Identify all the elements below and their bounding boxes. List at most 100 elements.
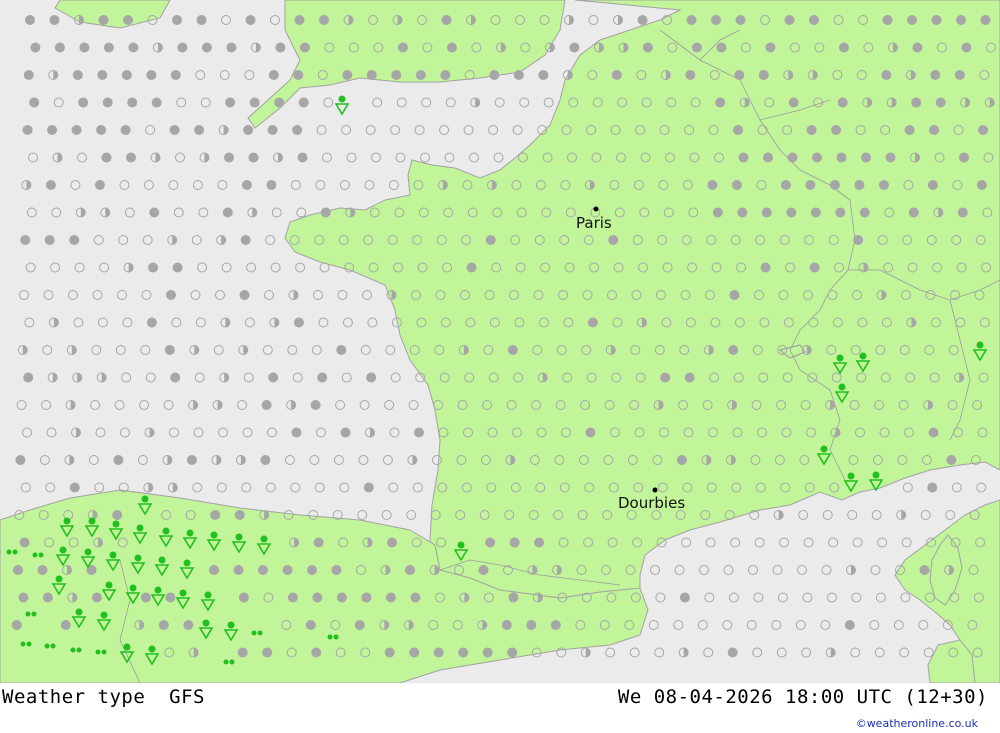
overcast-symbol <box>72 70 83 80</box>
overcast-symbol <box>608 235 619 245</box>
overcast-symbol <box>919 565 930 575</box>
overcast-symbol <box>904 125 915 135</box>
overcast-symbol <box>738 152 749 163</box>
rain-drop <box>260 535 268 543</box>
rain-drop <box>179 589 187 597</box>
overcast-symbol <box>262 647 273 658</box>
overcast-symbol <box>729 290 740 300</box>
overcast-symbol <box>282 565 293 575</box>
overcast-symbol <box>293 317 304 328</box>
overcast-symbol <box>126 152 136 163</box>
overcast-symbol <box>201 42 212 53</box>
overcast-symbol <box>183 620 194 630</box>
overcast-symbol <box>224 152 234 163</box>
overcast-symbol <box>237 647 248 658</box>
overcast-symbol <box>317 372 328 383</box>
overcast-symbol <box>292 125 303 135</box>
drizzle-dot <box>50 643 56 649</box>
rain-drop <box>235 533 243 541</box>
overcast-symbol <box>458 647 469 658</box>
overcast-symbol <box>733 125 744 135</box>
overcast-symbol <box>268 70 279 80</box>
overcast-symbol <box>23 372 34 383</box>
overcast-symbol <box>291 427 302 438</box>
rain-drop <box>158 556 166 564</box>
overcast-symbol <box>716 42 727 53</box>
rain-drop <box>63 517 71 525</box>
overcast-symbol <box>954 70 965 80</box>
overcast-symbol <box>679 592 690 603</box>
overcast-symbol <box>261 400 272 410</box>
overcast-symbol <box>166 290 176 300</box>
overcast-symbol <box>158 620 169 630</box>
drizzle-dot <box>25 611 31 617</box>
rain-drop <box>202 619 210 627</box>
overcast-symbol <box>98 15 109 25</box>
overcast-symbol <box>415 70 426 80</box>
drizzle-dot <box>32 552 38 558</box>
overcast-symbol <box>170 372 181 383</box>
overcast-symbol <box>805 180 816 190</box>
overcast-symbol <box>307 565 317 575</box>
overcast-symbol <box>809 262 820 273</box>
rain-drop <box>154 586 162 594</box>
rain-drop <box>227 621 235 629</box>
rain-drop <box>100 611 108 619</box>
overcast-symbol <box>97 70 108 80</box>
overcast-symbol <box>172 15 182 25</box>
overcast-symbol <box>838 42 849 53</box>
overcast-symbol <box>957 207 968 218</box>
overcast-symbol <box>509 537 520 548</box>
overcast-symbol <box>30 42 41 53</box>
rain-drop <box>109 551 117 559</box>
overcast-symbol <box>734 70 745 80</box>
overcast-symbol <box>844 620 855 630</box>
overcast-symbol <box>22 125 33 135</box>
rain-drop <box>976 341 984 349</box>
overcast-symbol <box>980 15 991 25</box>
overcast-symbol <box>320 207 331 218</box>
overcast-symbol <box>78 97 89 108</box>
rain-drop <box>204 591 212 599</box>
overcast-symbol <box>485 537 496 548</box>
overcast-symbol <box>241 180 252 190</box>
overcast-symbol <box>961 42 972 53</box>
drizzle-dot <box>20 641 26 647</box>
overcast-symbol <box>761 207 772 218</box>
overcast-symbol <box>120 125 131 135</box>
rain-drop <box>55 575 63 583</box>
overcast-symbol <box>260 455 271 465</box>
overcast-symbol <box>853 235 864 245</box>
overcast-symbol <box>172 262 183 273</box>
overcast-symbol <box>123 15 133 25</box>
overcast-symbol <box>786 207 797 218</box>
overcast-symbol <box>758 70 769 80</box>
overcast-symbol <box>908 207 919 218</box>
rain-drop <box>141 495 149 503</box>
overcast-symbol <box>927 180 938 190</box>
credit-link[interactable]: ©weatheronline.co.uk <box>856 717 978 730</box>
overcast-symbol <box>239 290 250 300</box>
overcast-symbol <box>71 125 82 135</box>
footer-bar: Weather type GFS We 08-04-2026 18:00 UTC… <box>0 683 1000 733</box>
drizzle-dot <box>31 611 37 617</box>
overcast-symbol <box>550 620 561 630</box>
overcast-symbol <box>298 97 309 108</box>
overcast-symbol <box>526 620 537 630</box>
drizzle-dot <box>44 643 50 649</box>
rain-drop <box>338 95 346 103</box>
overcast-symbol <box>148 262 159 273</box>
overcast-symbol <box>258 565 268 575</box>
overcast-symbol <box>248 152 259 163</box>
overcast-symbol <box>319 15 329 25</box>
overcast-symbol <box>275 42 286 53</box>
rain-drop <box>123 643 131 651</box>
overcast-symbol <box>274 97 285 108</box>
overcast-symbol <box>440 70 451 80</box>
overcast-symbol <box>712 207 723 218</box>
overcast-symbol <box>835 207 846 218</box>
overcast-symbol <box>225 97 236 108</box>
overcast-symbol <box>102 97 113 108</box>
rain-drop <box>88 517 96 525</box>
overcast-symbol <box>186 455 197 465</box>
